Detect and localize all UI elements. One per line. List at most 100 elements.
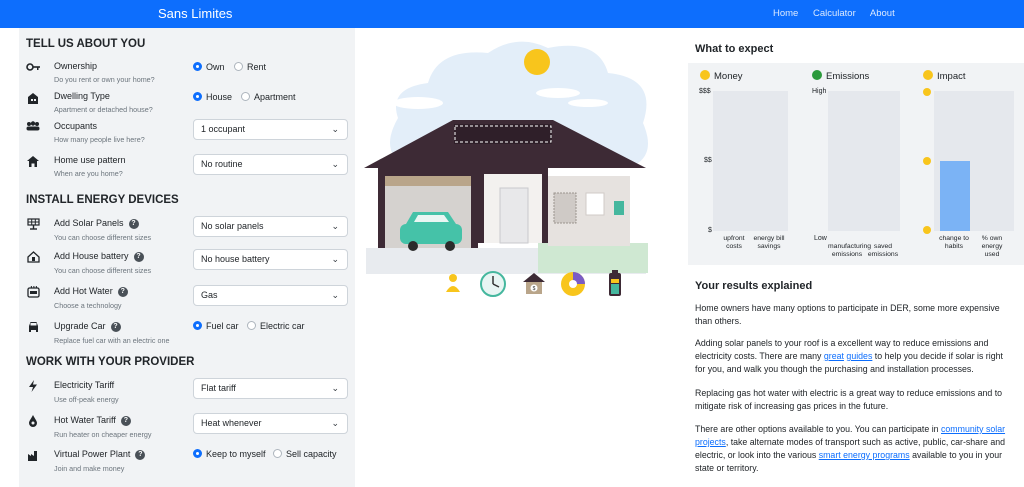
hwtariff-label: Hot Water Tariff? (54, 415, 131, 426)
hotwater-select[interactable]: Gas ⌄ (193, 285, 348, 306)
power-plant-icon (26, 449, 40, 461)
paragraph-4: There are other options available to you… (695, 424, 1006, 473)
occupants-sub: How many people live here? (54, 135, 145, 144)
radio-sell[interactable]: Sell capacity (273, 449, 337, 459)
solar-sub: You can choose different sizes (54, 233, 152, 242)
settings-panel: TELL US ABOUT YOU Ownership Do you rent … (19, 28, 355, 487)
link-smart-energy[interactable]: smart energy programs (819, 450, 910, 460)
chevron-down-icon: ⌄ (331, 290, 339, 300)
money-bag-icon (700, 70, 710, 80)
tariff-label: Electricity Tariff (54, 380, 115, 390)
radio-own[interactable]: Own (193, 62, 225, 72)
explained-title: Your results explained (695, 280, 813, 292)
clock-icon (479, 270, 507, 304)
vpp-label: Virtual Power Plant? (54, 449, 146, 460)
money-house-icon: $ (521, 270, 547, 302)
radio-apartment[interactable]: Apartment (241, 92, 296, 102)
impact-tick-mid (923, 157, 931, 167)
emissions-plot (828, 91, 900, 231)
home-icon (26, 156, 40, 168)
occupants-label: Occupants (54, 121, 98, 131)
link-guides[interactable]: guides (846, 351, 872, 361)
section-title-devices: INSTALL ENERGY DEVICES (26, 194, 179, 206)
battery-select[interactable]: No house battery ⌄ (193, 249, 348, 270)
chevron-down-icon: ⌄ (331, 124, 339, 134)
nav-links: Home Calculator About (773, 8, 907, 19)
hotwater-label: Add Hot Water? (54, 286, 128, 297)
leaf-icon (812, 70, 822, 80)
impact-tick-high (923, 88, 931, 98)
emissions-title: Emissions (812, 70, 869, 82)
money-title: Money (700, 70, 743, 82)
tariff-select[interactable]: Flat tariff ⌄ (193, 378, 348, 399)
battery-house-icon (26, 251, 40, 263)
help-icon[interactable]: ? (117, 286, 128, 297)
money-tick-low: $ (708, 227, 712, 234)
paragraph-3: Replacing gas hot water with electric is… (695, 388, 1003, 411)
ownership-label: Ownership (54, 61, 98, 71)
brand[interactable]: Sans Limites (158, 6, 232, 21)
chevron-down-icon: ⌄ (331, 254, 339, 264)
solar-label: Add Solar Panels? (54, 218, 139, 229)
radio-fuel-car[interactable]: Fuel car (193, 321, 239, 331)
lightning-icon (26, 380, 40, 392)
money-x2: energy bill savings (753, 235, 785, 250)
hotwater-sub: Choose a technology (54, 301, 122, 310)
impact-x1: change to habits (939, 235, 969, 250)
money-x1: upfront costs (723, 235, 745, 250)
radio-keep[interactable]: Keep to myself (193, 449, 266, 459)
house-illustration (358, 28, 688, 303)
nav-calculator[interactable]: Calculator (813, 8, 856, 19)
chevron-down-icon: ⌄ (331, 418, 339, 428)
section-title-provider: WORK WITH YOUR PROVIDER (26, 356, 195, 368)
occupants-select[interactable]: 1 occupant ⌄ (193, 119, 348, 140)
help-icon[interactable]: ? (128, 218, 139, 229)
impact-plot (934, 91, 1014, 231)
emissions-x2: saved emissions (867, 243, 899, 258)
water-drop-icon (26, 415, 40, 427)
water-heater-icon (26, 285, 40, 298)
solar-panel-icon (26, 218, 40, 230)
chevron-down-icon: ⌄ (331, 221, 339, 231)
pattern-label: Home use pattern (54, 155, 126, 165)
car-sub: Replace fuel car with an electric one (54, 336, 170, 345)
radio-electric-car[interactable]: Electric car (247, 321, 305, 331)
chevron-down-icon: ⌄ (331, 383, 339, 393)
solar-select[interactable]: No solar panels ⌄ (193, 216, 348, 237)
section-title-about: TELL US ABOUT YOU (26, 38, 146, 50)
key-icon (26, 62, 40, 74)
money-tick-high: $$$ (699, 88, 711, 95)
hwtariff-sub: Run heater on cheaper energy (54, 430, 152, 439)
emissions-tick-low: Low (814, 235, 827, 242)
nav-about[interactable]: About (870, 8, 895, 19)
device-icons: $ (441, 270, 631, 300)
link-great[interactable]: great (824, 351, 844, 361)
expect-charts: Money $$$ $$ $ upfront costs energy bill… (688, 63, 1024, 265)
help-icon[interactable]: ? (133, 251, 144, 262)
radio-house[interactable]: House (193, 92, 232, 102)
battery-sub: You can choose different sizes (54, 266, 152, 275)
emissions-tick-high: High (812, 88, 827, 95)
expect-title: What to expect (695, 43, 774, 55)
paragraph-1: Home owners have many options to partici… (695, 303, 1000, 326)
impact-x2: % own energy used (981, 235, 1003, 258)
vpp-sub: Join and make money (54, 464, 125, 473)
help-icon[interactable]: ? (135, 449, 146, 460)
battery-icon (606, 270, 624, 304)
dwelling-label: Dwelling Type (54, 91, 110, 101)
radio-rent[interactable]: Rent (234, 62, 266, 72)
building-icon (26, 92, 40, 104)
emissions-x1: manufacturing emissions (828, 243, 872, 258)
money-tick-mid: $$ (704, 157, 712, 164)
pattern-select[interactable]: No routine ⌄ (193, 154, 348, 175)
paragraph-2: Adding solar panels to your roof is a ex… (695, 338, 1003, 374)
svg-text:$: $ (533, 286, 536, 292)
nav-home[interactable]: Home (773, 8, 798, 19)
people-icon (26, 121, 40, 133)
help-icon[interactable]: ? (120, 415, 131, 426)
chevron-down-icon: ⌄ (331, 159, 339, 169)
money-plot (713, 91, 788, 231)
battery-label: Add House battery? (54, 251, 144, 262)
help-icon[interactable]: ? (110, 321, 121, 332)
hwtariff-select[interactable]: Heat whenever ⌄ (193, 413, 348, 434)
